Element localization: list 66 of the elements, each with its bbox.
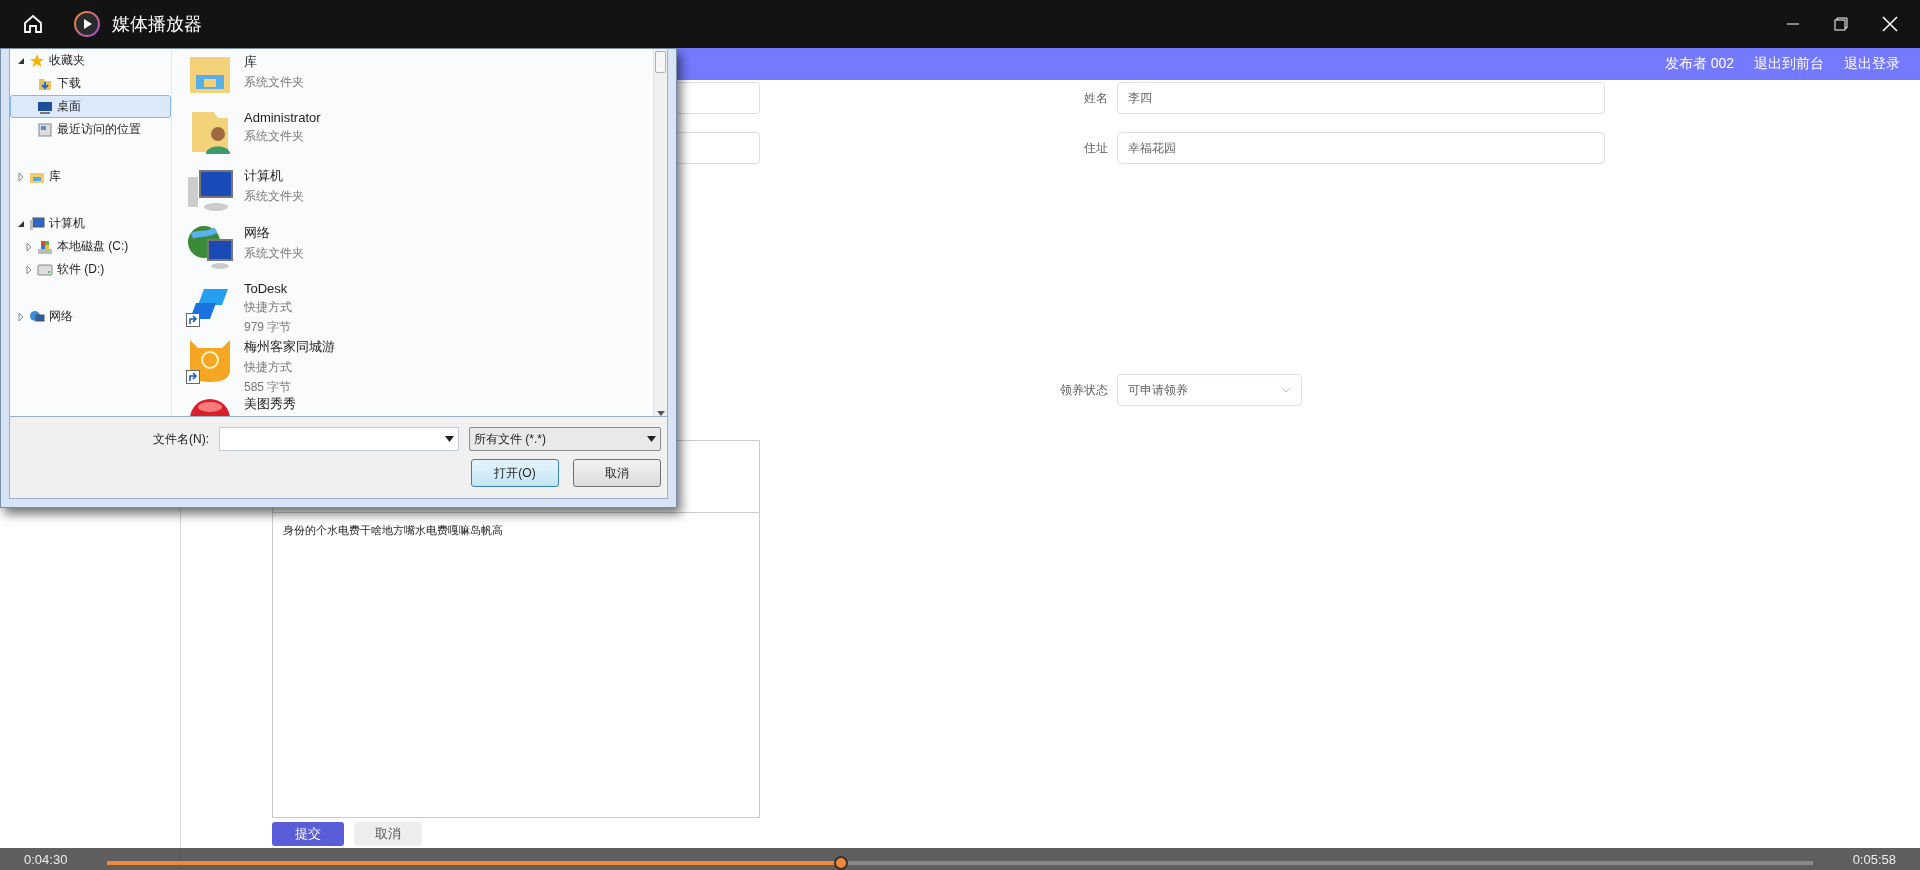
file-name[interactable]: 计算机: [244, 167, 304, 185]
collapse-arrow-icon[interactable]: [17, 56, 25, 65]
elapsed-time: 0:04:30: [24, 851, 68, 867]
file-name[interactable]: 网络: [244, 224, 304, 242]
file-detail: 系统文件夹: [244, 245, 304, 262]
computer-icon: [29, 215, 45, 232]
progress-thumb[interactable]: [833, 856, 848, 870]
nav-item[interactable]: 收藏夹: [10, 49, 171, 72]
header-link[interactable]: 发布者 002: [1664, 55, 1734, 73]
recent-icon: [37, 121, 53, 138]
file-detail: 快捷方式: [244, 359, 293, 376]
filetype-select[interactable]: 所有文件 (*.*): [469, 427, 661, 451]
restore-icon[interactable]: [1834, 17, 1848, 31]
star-icon: [29, 52, 45, 69]
field-label: 领养状态: [1060, 381, 1108, 399]
file-name[interactable]: 梅州客家同城游: [244, 338, 335, 356]
dropdown-arrow-icon: [445, 436, 454, 442]
file-name[interactable]: ToDesk: [244, 281, 292, 296]
cancel-button[interactable]: 取消: [573, 459, 661, 487]
file-name[interactable]: 库: [244, 53, 304, 71]
file-detail: 系统文件夹: [244, 188, 304, 205]
window-title: 媒体播放器: [112, 13, 202, 36]
file-detail: 快捷方式: [244, 299, 292, 316]
network-icon: [29, 308, 45, 325]
file-detail: 979 字节: [244, 319, 292, 336]
play-icon: [74, 11, 100, 37]
nav-item[interactable]: 最近访问的位置: [10, 118, 171, 141]
drive-icon: [37, 261, 53, 278]
nav-item[interactable]: 本地磁盘 (C:): [10, 235, 171, 258]
file-name[interactable]: Administrator: [244, 110, 321, 125]
expand-arrow-icon[interactable]: [25, 265, 33, 274]
nav-item[interactable]: 库: [10, 165, 171, 188]
expand-arrow-icon[interactable]: [17, 172, 25, 181]
file-name[interactable]: 美图秀秀: [244, 395, 296, 413]
chevron-down-icon: [1281, 387, 1291, 393]
nav-item[interactable]: 桌面: [10, 95, 171, 118]
file-detail: 585 字节: [244, 379, 293, 396]
nav-item[interactable]: 软件 (D:): [10, 258, 171, 281]
open-button[interactable]: 打开(O): [471, 459, 559, 487]
collapse-arrow-icon[interactable]: [17, 219, 25, 228]
input-field[interactable]: 李四: [1117, 82, 1605, 114]
select-field[interactable]: 可申请领养: [1117, 374, 1302, 406]
disk-icon: [37, 238, 53, 255]
input-field[interactable]: 幸福花园: [1117, 132, 1605, 164]
home-icon[interactable]: [22, 13, 44, 35]
close-icon[interactable]: [1882, 16, 1898, 32]
expand-arrow-icon[interactable]: [25, 242, 33, 251]
expand-arrow-icon[interactable]: [17, 312, 25, 321]
file-detail: 系统文件夹: [244, 128, 305, 145]
scroll-thumb[interactable]: [655, 51, 666, 73]
total-time: 0:05:58: [1852, 851, 1896, 867]
filename-field[interactable]: [219, 427, 459, 451]
nav-item[interactable]: 计算机: [10, 212, 171, 235]
editor-text: 身份的个水电费干啥地方嘴水电费嘎嘛岛帆高: [282, 523, 504, 538]
scrollbar[interactable]: [653, 49, 667, 416]
header-link[interactable]: 退出登录: [1844, 55, 1900, 73]
submit-button[interactable]: 提交: [272, 822, 344, 846]
nav-item[interactable]: 下载: [10, 72, 171, 95]
file-detail: 系统文件夹: [244, 74, 304, 91]
dropdown-arrow-icon: [647, 436, 656, 442]
filename-label: 文件名(N):: [153, 430, 209, 448]
field-label: 姓名: [1084, 89, 1108, 107]
field-label: 住址: [1084, 139, 1108, 157]
nav-item[interactable]: 网络: [10, 305, 171, 328]
cancel-button[interactable]: 取消: [354, 822, 422, 846]
header-link[interactable]: 退出到前台: [1754, 55, 1824, 73]
